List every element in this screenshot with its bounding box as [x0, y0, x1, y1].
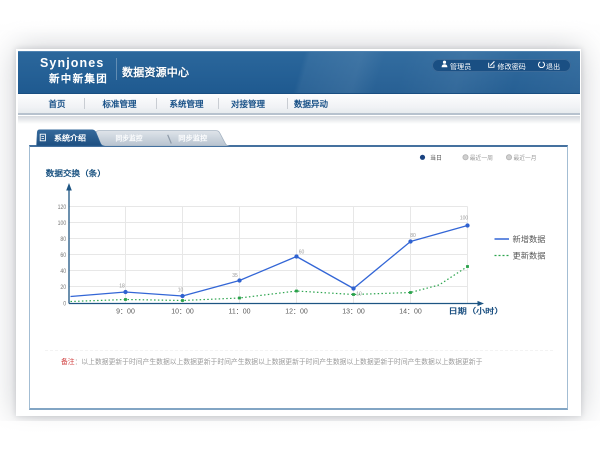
svg-text:10: 10	[356, 292, 362, 298]
svg-text:最近一月: 最近一月	[513, 154, 536, 162]
svg-text:10: 10	[177, 288, 183, 294]
svg-text:40: 40	[60, 268, 66, 275]
svg-text:更新数据: 更新数据	[512, 250, 545, 260]
svg-text:最近一周: 最近一周	[469, 154, 492, 162]
svg-text:80: 80	[60, 236, 66, 243]
svg-text:12：00: 12：00	[285, 309, 308, 316]
svg-text:60: 60	[60, 252, 66, 259]
svg-text:18: 18	[119, 284, 125, 290]
svg-text:日期（小时）: 日期（小时）	[448, 306, 503, 316]
svg-text:同步监控: 同步监控	[116, 134, 143, 143]
svg-text:同步监控: 同步监控	[178, 134, 207, 143]
svg-text:20: 20	[60, 284, 66, 291]
svg-text:100: 100	[459, 216, 468, 222]
svg-text:35: 35	[232, 273, 238, 279]
svg-text:14：00: 14：00	[399, 309, 422, 316]
svg-text:60: 60	[298, 250, 304, 256]
svg-text:当日: 当日	[430, 154, 442, 162]
svg-text:11：00: 11：00	[228, 309, 250, 316]
svg-text:数据交换（条）: 数据交换（条）	[45, 168, 105, 178]
svg-text:13：00: 13：00	[342, 309, 365, 316]
svg-text:100: 100	[57, 220, 66, 227]
svg-text:10：00: 10：00	[171, 309, 194, 316]
svg-text:9：00: 9：00	[116, 309, 135, 316]
svg-text:系统介绍: 系统介绍	[54, 133, 87, 143]
svg-text:80: 80	[410, 233, 416, 239]
svg-text:新增数据: 新增数据	[512, 234, 545, 244]
svg-text:120: 120	[57, 204, 66, 211]
svg-text:0: 0	[63, 300, 66, 307]
